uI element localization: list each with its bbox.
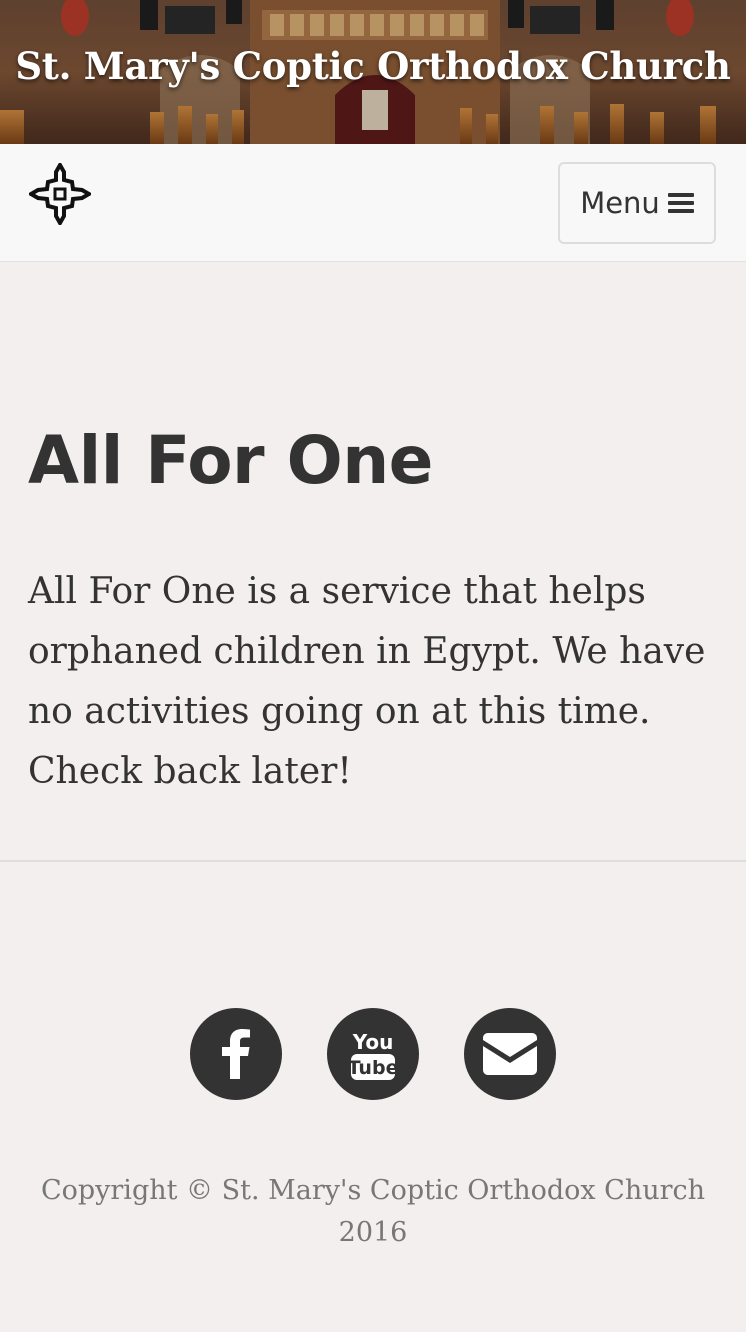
- youtube-link[interactable]: You Tube: [327, 1008, 419, 1100]
- youtube-icon-top-text: You: [352, 1030, 394, 1054]
- youtube-icon: You Tube: [350, 1030, 396, 1080]
- header-banner: St. Mary's Coptic Orthodox Church: [0, 0, 746, 144]
- site-title[interactable]: St. Mary's Coptic Orthodox Church: [0, 44, 746, 88]
- email-link[interactable]: [464, 1008, 556, 1100]
- page-description: All For One is a service that helps orph…: [28, 571, 706, 792]
- envelope-icon: [483, 1033, 537, 1075]
- page-title: All For One: [28, 422, 433, 499]
- social-links: You Tube: [0, 1008, 746, 1100]
- coptic-cross-icon[interactable]: [29, 163, 91, 225]
- youtube-icon-bottom-text: Tube: [350, 1057, 396, 1079]
- main-content: All For One All For One is a service tha…: [0, 262, 746, 860]
- facebook-link[interactable]: [190, 1008, 282, 1100]
- copyright-text: Copyright © St. Mary's Coptic Orthodox C…: [40, 1175, 706, 1248]
- navbar: Menu: [0, 144, 746, 262]
- bars-icon: [667, 193, 694, 213]
- menu-label: Menu: [580, 186, 660, 220]
- facebook-icon: [222, 1029, 250, 1079]
- menu-button[interactable]: Menu: [558, 162, 716, 244]
- footer: You Tube Copyright © St. Mary's Coptic O…: [0, 862, 746, 1332]
